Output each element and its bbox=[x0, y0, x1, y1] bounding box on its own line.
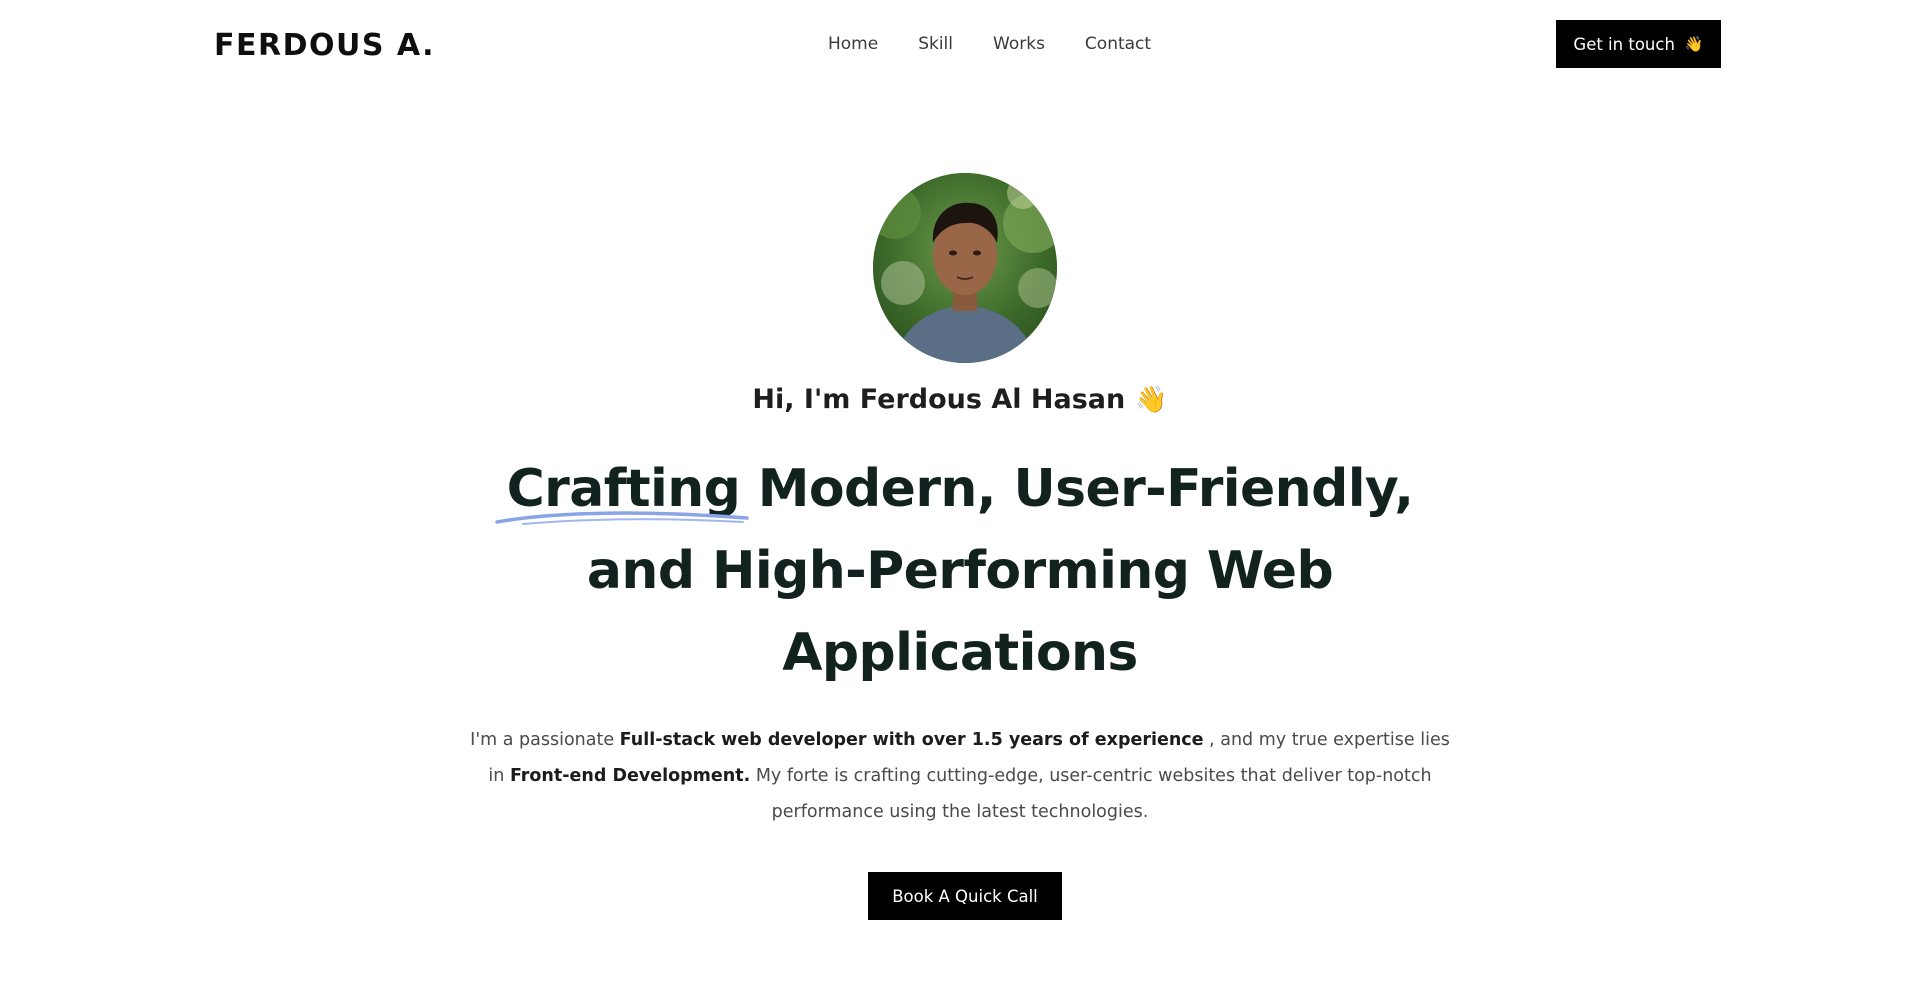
bio-bold-2: Front-end Development. bbox=[509, 766, 751, 786]
hero-section: Hi, I'm Ferdous Al Hasan 👋 Crafting Moder… bbox=[0, 0, 1920, 1000]
greeting-text: Hi, I'm Ferdous Al Hasan bbox=[752, 384, 1126, 415]
headline-highlight: Crafting bbox=[494, 448, 749, 530]
headline-line-2: and High-Performing Web bbox=[586, 541, 1334, 601]
greeting: Hi, I'm Ferdous Al Hasan 👋 bbox=[0, 380, 1920, 420]
book-quick-call-button[interactable]: Book A Quick Call bbox=[868, 872, 1062, 920]
headline-line-1-rest: Modern, User-Friendly, bbox=[740, 459, 1414, 519]
headline-highlight-text: Crafting bbox=[506, 459, 741, 519]
hero-bio: I'm a passionate Full-stack web develope… bbox=[460, 722, 1460, 830]
bio-text-3: My forte is crafting cutting-edge, user-… bbox=[750, 766, 1432, 822]
headline-line-1: Crafting Modern, User-Friendly, bbox=[360, 448, 1560, 530]
avatar bbox=[873, 173, 1057, 363]
bio-bold-1: Full-stack web developer with over 1.5 y… bbox=[619, 730, 1204, 750]
headline-line-3: Applications bbox=[782, 623, 1138, 683]
waving-hand-icon: 👋 bbox=[1135, 385, 1168, 415]
hero-headline: Crafting Modern, User-Friendly, and High… bbox=[360, 448, 1560, 694]
bio-text-1: I'm a passionate bbox=[470, 730, 620, 750]
profile-photo bbox=[873, 173, 1057, 363]
